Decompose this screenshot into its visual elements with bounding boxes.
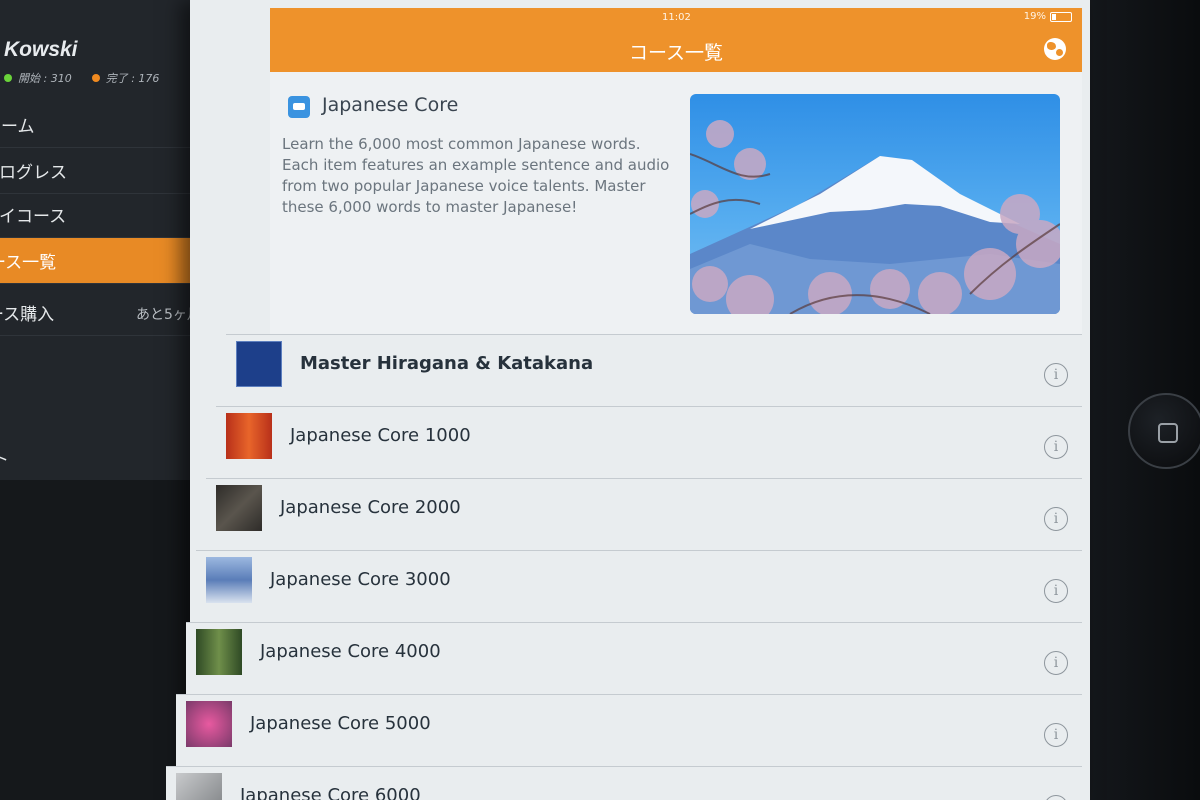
sidebar-item-label: ホーム bbox=[0, 117, 35, 137]
info-icon[interactable]: i bbox=[1044, 723, 1068, 747]
status-time: 11:02 bbox=[662, 12, 691, 23]
status-bar: 11:02 19% bbox=[270, 8, 1082, 28]
course-row[interactable]: Master Hiragana & Katakana i bbox=[226, 334, 1082, 406]
course-thumbnail bbox=[176, 773, 222, 800]
course-name: Japanese Core 3000 bbox=[270, 569, 451, 590]
course-row[interactable]: Japanese Core 1000 i bbox=[216, 406, 1082, 478]
featured-course-title: Japanese Core bbox=[322, 94, 459, 116]
info-icon[interactable]: i bbox=[1044, 795, 1068, 800]
sidebar-item-label: マイコース bbox=[0, 207, 67, 227]
info-icon[interactable]: i bbox=[1044, 651, 1068, 675]
nav-bar: コース一覧 bbox=[270, 28, 1082, 72]
battery-percent: 19% bbox=[1023, 11, 1046, 22]
course-thumbnail bbox=[216, 485, 262, 531]
home-square-icon bbox=[1158, 423, 1178, 443]
course-name: Japanese Core 6000 bbox=[240, 785, 421, 800]
course-name: Japanese Core 4000 bbox=[260, 641, 441, 662]
green-dot-icon bbox=[4, 74, 12, 82]
course-name: Japanese Core 1000 bbox=[290, 425, 471, 446]
course-thumbnail bbox=[236, 341, 282, 387]
mountain-illustration bbox=[690, 120, 1060, 314]
course-thumbnail bbox=[196, 629, 242, 675]
featured-course-description: Learn the 6,000 most common Japanese wor… bbox=[282, 135, 670, 216]
course-row[interactable]: Japanese Core 5000 i bbox=[176, 694, 1082, 766]
mount-fuji-image bbox=[690, 94, 1060, 314]
course-name: Japanese Core 5000 bbox=[250, 713, 431, 734]
battery-icon bbox=[1050, 11, 1072, 22]
main-panel: 11:02 19% コース一覧 Japanese Core Learn the … bbox=[166, 0, 1090, 800]
page-title: コース一覧 bbox=[628, 42, 724, 64]
orange-dot-icon bbox=[91, 74, 100, 82]
chat-bubble-icon bbox=[288, 96, 310, 118]
course-name: Master Hiragana & Katakana bbox=[300, 353, 594, 374]
sidebar-item-label: ト bbox=[0, 449, 9, 470]
started-stat: 開始 : 310 bbox=[4, 70, 72, 86]
sidebar-item-label: プログレス bbox=[0, 163, 67, 183]
course-thumbnail bbox=[206, 557, 252, 603]
info-icon[interactable]: i bbox=[1044, 579, 1068, 603]
featured-course[interactable]: Japanese Core Learn the 6,000 most commo… bbox=[270, 72, 1082, 334]
sidebar-item-label: コース購入 bbox=[0, 305, 55, 325]
course-name: Japanese Core 2000 bbox=[280, 497, 461, 518]
user-name: Kowski bbox=[4, 38, 78, 61]
course-row[interactable]: Japanese Core 4000 i bbox=[186, 622, 1082, 694]
course-row[interactable]: Japanese Core 2000 i bbox=[206, 478, 1082, 550]
user-stats: 開始 : 310 完了 : 176 bbox=[4, 70, 159, 86]
info-icon[interactable]: i bbox=[1044, 435, 1068, 459]
completed-stat: 完了 : 176 bbox=[91, 70, 159, 86]
course-thumbnail bbox=[186, 701, 232, 747]
sidebar-item-label: コース一覧 bbox=[0, 253, 57, 273]
battery-indicator: 19% bbox=[1024, 11, 1072, 22]
course-thumbnail bbox=[226, 413, 272, 459]
home-button[interactable] bbox=[1128, 393, 1200, 469]
info-icon[interactable]: i bbox=[1044, 507, 1068, 531]
info-icon[interactable]: i bbox=[1044, 363, 1068, 387]
course-row[interactable]: Japanese Core 3000 i bbox=[196, 550, 1082, 622]
globe-icon[interactable] bbox=[1044, 38, 1066, 60]
course-row[interactable]: Japanese Core 6000 i bbox=[166, 766, 1082, 800]
